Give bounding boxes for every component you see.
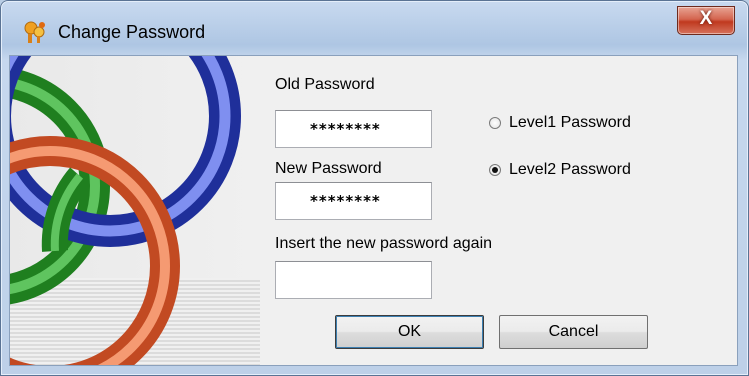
new-password-field[interactable] <box>275 182 432 220</box>
level2-radio-option[interactable]: Level2 Password <box>489 161 631 179</box>
ok-button[interactable]: OK <box>335 315 484 349</box>
level2-radio-label: Level2 Password <box>509 161 631 178</box>
old-password-field[interactable] <box>275 110 432 148</box>
close-icon: X <box>699 8 713 29</box>
window-title: Change Password <box>58 22 206 42</box>
confirm-password-field[interactable] <box>275 261 432 299</box>
dialog-body: Old Password New Password Insert the new… <box>9 55 738 366</box>
level1-radio-option[interactable]: Level1 Password <box>489 114 631 132</box>
old-password-label: Old Password <box>275 76 375 93</box>
rings-artwork <box>10 56 260 365</box>
level2-radio[interactable] <box>489 164 501 176</box>
change-password-window: Change Password X Old Password ******** … <box>0 0 749 376</box>
level1-radio[interactable] <box>489 117 501 129</box>
new-password-label: New Password <box>275 160 382 177</box>
level1-radio-label: Level1 Password <box>509 114 631 131</box>
app-icon <box>24 21 45 43</box>
confirm-password-label: Insert the new password again <box>275 235 493 252</box>
cancel-button[interactable]: Cancel <box>499 315 648 349</box>
close-button[interactable]: X <box>677 6 735 35</box>
title-bar[interactable]: Change Password X <box>0 0 749 56</box>
